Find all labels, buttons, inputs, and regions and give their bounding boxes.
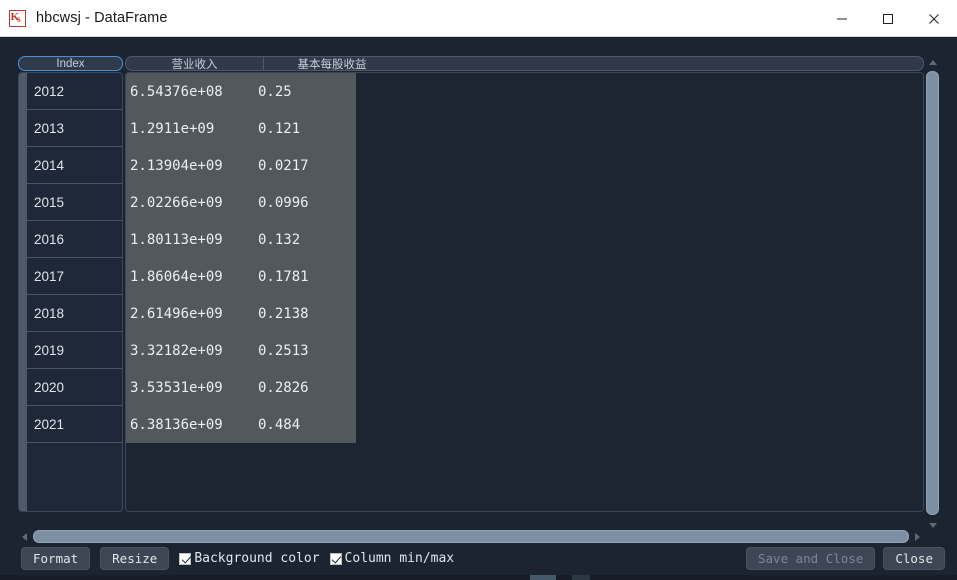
data-cell[interactable]: 0.2826	[254, 380, 354, 396]
column-minmax-label: Column min/max	[344, 551, 455, 566]
window-title: hbcwsj - DataFrame	[36, 10, 168, 26]
taskbar-item	[572, 575, 590, 580]
toolbar-right-group: Save and Close Close	[746, 547, 945, 570]
data-cell[interactable]: 0.0217	[254, 158, 354, 174]
column-header-0[interactable]: 营业收入	[126, 57, 263, 71]
scroll-down-arrow-icon[interactable]	[924, 519, 941, 532]
data-cell[interactable]: 1.80113e+09	[126, 232, 254, 248]
data-cell[interactable]: 0.25	[254, 84, 354, 100]
table-row[interactable]: 2.02266e+09 0.0996	[126, 184, 356, 221]
scroll-up-arrow-icon[interactable]	[924, 56, 941, 69]
index-cell[interactable]: 2017	[27, 258, 122, 295]
data-cell[interactable]: 0.1781	[254, 269, 354, 285]
save-and-close-button[interactable]: Save and Close	[746, 547, 876, 570]
vertical-scrollbar-thumb[interactable]	[926, 71, 939, 515]
column-headers: 营业收入 基本每股收益	[125, 56, 924, 71]
data-viewport[interactable]: 6.54376e+08 0.25 1.2911e+09 0.121 2.13904e+0…	[125, 72, 924, 512]
background-color-label: Background color	[194, 551, 320, 566]
data-cell[interactable]: 0.2513	[254, 343, 354, 359]
index-cell[interactable]: 2015	[27, 184, 122, 221]
background-color-checkbox[interactable]: Background color	[179, 551, 320, 566]
app-icon: Ks	[9, 9, 26, 27]
index-cell[interactable]: 2012	[27, 73, 122, 110]
index-cell[interactable]: 2016	[27, 221, 122, 258]
resize-button[interactable]: Resize	[100, 547, 170, 570]
table-row[interactable]: 1.80113e+09 0.132	[126, 221, 356, 258]
data-grid: 6.54376e+08 0.25 1.2911e+09 0.121 2.13904e+0…	[126, 73, 356, 443]
column-header-index[interactable]: Index	[18, 56, 123, 71]
index-cell[interactable]: 2018	[27, 295, 122, 332]
vertical-scrollbar[interactable]	[924, 56, 941, 532]
index-column: 2012 2013 2014 2015 2016 2017 2018 2019 2020 2021	[18, 72, 123, 512]
format-button[interactable]: Format	[21, 547, 91, 570]
minimize-button[interactable]	[819, 0, 865, 37]
data-cell[interactable]: 3.32182e+09	[126, 343, 254, 359]
index-cell[interactable]: 2014	[27, 147, 122, 184]
column-header-1[interactable]: 基本每股收益	[263, 57, 400, 70]
table-header-row: Index 营业收入 基本每股收益	[18, 56, 924, 71]
toolbar-left-group: Format Resize Background color Column mi…	[21, 547, 454, 570]
index-cell[interactable]: 2021	[27, 406, 122, 443]
data-cell[interactable]: 1.2911e+09	[126, 121, 254, 137]
table-row[interactable]: 3.32182e+09 0.2513	[126, 332, 356, 369]
close-button[interactable]	[911, 0, 957, 37]
table-row[interactable]: 6.54376e+08 0.25	[126, 73, 356, 110]
table-row[interactable]: 6.38136e+09 0.484	[126, 406, 356, 443]
index-cell[interactable]: 2013	[27, 110, 122, 147]
data-cell[interactable]: 2.13904e+09	[126, 158, 254, 174]
data-cell[interactable]: 0.121	[254, 121, 354, 137]
table-row[interactable]: 1.2911e+09 0.121	[126, 110, 356, 147]
data-cell[interactable]: 3.53531e+09	[126, 380, 254, 396]
table-row[interactable]: 2.61496e+09 0.2138	[126, 295, 356, 332]
row-header-strip	[19, 73, 27, 511]
dataframe-table: Index 营业收入 基本每股收益 2012 2013 2014 2015 2016 20…	[18, 56, 924, 532]
data-cell[interactable]: 0.2138	[254, 306, 354, 322]
table-row[interactable]: 1.86064e+09 0.1781	[126, 258, 356, 295]
data-cell[interactable]: 0.484	[254, 417, 354, 433]
index-cell[interactable]: 2019	[27, 332, 122, 369]
window-controls	[819, 0, 957, 37]
data-cell[interactable]: 6.38136e+09	[126, 417, 254, 433]
data-cell[interactable]: 1.86064e+09	[126, 269, 254, 285]
table-row[interactable]: 2.13904e+09 0.0217	[126, 147, 356, 184]
table-row[interactable]: 3.53531e+09 0.2826	[126, 369, 356, 406]
data-cell[interactable]: 0.132	[254, 232, 354, 248]
taskbar-sliver	[0, 575, 957, 580]
data-cell[interactable]: 6.54376e+08	[126, 84, 254, 100]
close-dialog-button[interactable]: Close	[883, 547, 945, 570]
data-cell[interactable]: 2.61496e+09	[126, 306, 254, 322]
dataframe-editor-client: Index 营业收入 基本每股收益 2012 2013 2014 2015 2016 20…	[0, 37, 957, 580]
taskbar-item	[530, 575, 556, 580]
data-cell[interactable]: 2.02266e+09	[126, 195, 254, 211]
index-cell[interactable]: 2020	[27, 369, 122, 406]
data-cell[interactable]: 0.0996	[254, 195, 354, 211]
column-minmax-checkbox[interactable]: Column min/max	[329, 551, 455, 566]
maximize-button[interactable]	[865, 0, 911, 37]
checkbox-checked-icon[interactable]	[329, 552, 342, 565]
bottom-toolbar: Format Resize Background color Column mi…	[0, 537, 957, 580]
checkbox-checked-icon[interactable]	[179, 552, 192, 565]
title-bar: Ks hbcwsj - DataFrame	[0, 0, 957, 37]
